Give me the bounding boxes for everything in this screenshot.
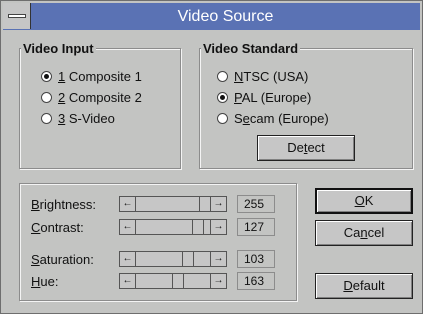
- radio-label: 2 Composite 2: [58, 90, 142, 105]
- radio-ntsc[interactable]: NTSC (USA): [217, 69, 308, 84]
- video-input-group: [19, 48, 181, 169]
- right-arrow-icon[interactable]: →: [210, 274, 226, 288]
- left-arrow-icon[interactable]: ←: [120, 252, 136, 266]
- radio-selected-icon: [41, 71, 52, 82]
- brightness-value: 255: [237, 195, 275, 213]
- radio-unselected-icon: [41, 92, 52, 103]
- cancel-button[interactable]: Cancel: [315, 220, 413, 246]
- radio-selected-icon: [217, 92, 228, 103]
- video-standard-label: Video Standard: [201, 41, 301, 56]
- video-source-dialog: Video Source Video Input 1 Composite 1 2…: [0, 0, 423, 314]
- brightness-label: Brightness:: [31, 197, 97, 212]
- detect-button[interactable]: Detect: [257, 135, 355, 161]
- left-arrow-icon[interactable]: ←: [120, 274, 136, 288]
- scroll-thumb[interactable]: [192, 220, 204, 234]
- default-button[interactable]: Default: [315, 273, 413, 299]
- saturation-value: 103: [237, 250, 275, 268]
- radio-composite-1[interactable]: 1 Composite 1: [41, 69, 142, 84]
- hue-value: 163: [237, 272, 275, 290]
- right-arrow-icon[interactable]: →: [210, 197, 226, 211]
- window-title: Video Source: [177, 8, 274, 25]
- contrast-value: 127: [237, 218, 275, 236]
- hue-slider[interactable]: ← →: [119, 273, 227, 289]
- radio-label: Secam (Europe): [234, 111, 329, 126]
- ok-button[interactable]: OK: [315, 188, 413, 214]
- system-menu-icon: [8, 14, 26, 18]
- right-arrow-icon[interactable]: →: [210, 252, 226, 266]
- left-arrow-icon[interactable]: ←: [120, 220, 136, 234]
- left-arrow-icon[interactable]: ←: [120, 197, 136, 211]
- radio-composite-2[interactable]: 2 Composite 2: [41, 90, 142, 105]
- system-menu-button[interactable]: [3, 3, 31, 29]
- radio-label: PAL (Europe): [234, 90, 312, 105]
- hue-label: Hue:: [31, 274, 59, 289]
- radio-label: NTSC (USA): [234, 69, 309, 84]
- contrast-slider[interactable]: ← →: [119, 219, 227, 235]
- radio-label: 3 S-Video: [58, 111, 115, 126]
- saturation-label: Saturation:: [31, 252, 94, 267]
- radio-unselected-icon: [217, 71, 228, 82]
- scroll-thumb[interactable]: [182, 252, 194, 266]
- scroll-thumb[interactable]: [172, 274, 184, 288]
- contrast-label: Contrast:: [31, 220, 84, 235]
- saturation-slider[interactable]: ← →: [119, 251, 227, 267]
- right-arrow-icon[interactable]: →: [210, 220, 226, 234]
- radio-pal[interactable]: PAL (Europe): [217, 90, 311, 105]
- radio-label: 1 Composite 1: [58, 69, 142, 84]
- radio-unselected-icon: [217, 113, 228, 124]
- radio-unselected-icon: [41, 113, 52, 124]
- radio-secam[interactable]: Secam (Europe): [217, 111, 329, 126]
- radio-s-video[interactable]: 3 S-Video: [41, 111, 115, 126]
- title-bar: Video Source: [3, 3, 420, 30]
- brightness-slider[interactable]: ← →: [119, 196, 227, 212]
- video-input-label: Video Input: [21, 41, 96, 56]
